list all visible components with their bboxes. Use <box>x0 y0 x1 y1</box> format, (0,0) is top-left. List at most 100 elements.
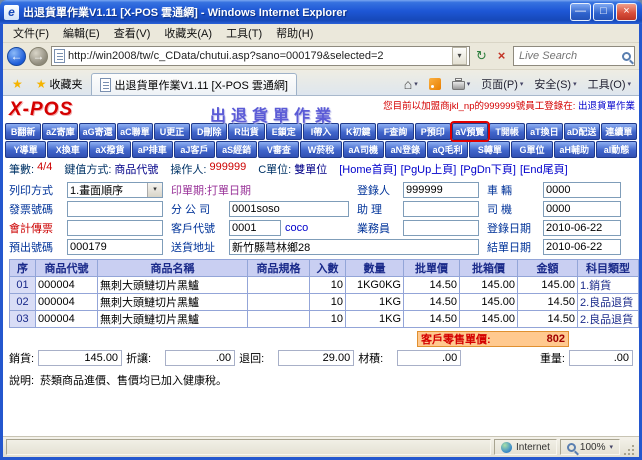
driver-field[interactable] <box>543 201 621 217</box>
toolbar-button[interactable]: aQ毛利 <box>427 141 468 158</box>
tab-favicon <box>100 78 111 92</box>
registrant-field[interactable] <box>403 182 479 198</box>
minimize-button[interactable]: — <box>570 3 591 21</box>
toolbar-button[interactable]: aN登錄 <box>385 141 426 158</box>
table-row[interactable]: 01000004無刺大頭鰱切片黑鱸101KG0KG14.50145.00145.… <box>10 277 639 294</box>
home-icon: ⌂ <box>404 77 412 91</box>
toolbar-button[interactable]: X換車 <box>47 141 88 158</box>
table-cell: 145.00 <box>460 294 518 311</box>
address-dropdown-icon[interactable]: ▾ <box>452 47 467 65</box>
toolbar-button[interactable]: W菸稅 <box>300 141 341 158</box>
star-icon: ★ <box>36 78 47 90</box>
search-icon[interactable] <box>622 52 631 61</box>
toolbar-button[interactable]: aH輔助 <box>554 141 595 158</box>
toolbar-button[interactable]: aT換日 <box>526 123 562 140</box>
toolbar-button[interactable]: aP排車 <box>132 141 173 158</box>
sales-label: 銷貨: <box>9 350 34 366</box>
tab-active[interactable]: 出退貨單作業V1.11 [X-POS 雲通網] <box>91 73 297 95</box>
table-cell: 000004 <box>36 294 98 311</box>
refresh-button[interactable]: ↻ <box>473 46 490 66</box>
toolbar-button[interactable]: S轉單 <box>469 141 510 158</box>
page-menu-button[interactable]: 页面(P) ▾ <box>477 73 527 95</box>
retail-price-box: 客戶零售單價: 802 <box>417 331 569 347</box>
favorites-button[interactable]: ★ 收藏夹 <box>31 73 88 95</box>
voucher-link[interactable]: 會計傳票 <box>9 220 67 236</box>
menu-item[interactable]: 收藏夹(A) <box>158 24 218 42</box>
toolbar-button[interactable]: aD配送 <box>564 123 600 140</box>
customer-code-field[interactable] <box>229 220 281 236</box>
chevron-down-icon: ▾ <box>520 80 524 88</box>
forward-button[interactable]: → <box>29 47 48 66</box>
toolbar-button[interactable]: T開帳 <box>489 123 525 140</box>
close-button[interactable]: × <box>616 3 637 21</box>
toolbar-button[interactable]: aG寄還 <box>79 123 115 140</box>
safety-menu-button[interactable]: 安全(S) ▾ <box>530 73 580 95</box>
print-button[interactable]: ▾ <box>448 73 475 95</box>
toolbar-button[interactable]: aI動態 <box>596 141 637 158</box>
table-cell: 14.50 <box>404 294 460 311</box>
close-date-field[interactable] <box>543 239 621 255</box>
toolbar-button[interactable]: 連續單 <box>601 123 637 140</box>
table-cell: 10 <box>310 311 346 328</box>
record-nav-link[interactable]: [PgDn下頁] <box>460 164 516 176</box>
table-header-cell: 金額 <box>518 260 578 277</box>
select-arrow-icon: ▾ <box>147 183 162 197</box>
record-nav-link[interactable]: [Home首頁] <box>339 164 396 176</box>
toolbar-button[interactable]: aZ寄庫 <box>42 123 78 140</box>
internet-zone-icon <box>501 442 512 453</box>
toolbar-button[interactable]: aV預覽 <box>452 123 488 140</box>
table-row[interactable]: 03000004無刺大頭鰱切片黑鱸101KG14.50145.0014.502.… <box>10 311 639 328</box>
toolbar-button[interactable]: V審查 <box>258 141 299 158</box>
toolbar-button[interactable]: aJ客戶 <box>174 141 215 158</box>
xpos-logo: X-POS <box>9 99 73 121</box>
table-row[interactable]: 02000004無刺大頭鰱切片黑鱸101KG14.50145.0014.502.… <box>10 294 639 311</box>
menu-item[interactable]: 帮助(H) <box>270 24 319 42</box>
table-cell: 2.良品退貨 <box>578 294 639 311</box>
record-nav-link[interactable]: [End尾頁] <box>520 164 568 176</box>
invoice-field[interactable] <box>67 201 163 217</box>
table-cell: 000004 <box>36 277 98 294</box>
note-row: 說明: 菸類商品進價、售價均已加入健康稅。 <box>3 368 639 388</box>
voucher-field[interactable] <box>67 220 163 236</box>
order-no-field[interactable] <box>67 239 163 255</box>
menu-item[interactable]: 查看(V) <box>108 24 157 42</box>
toolbar-button[interactable]: B翻新 <box>5 123 41 140</box>
resize-grip[interactable] <box>623 444 636 457</box>
table-header-cell: 入數 <box>310 260 346 277</box>
toolbar-button[interactable]: aX撥貨 <box>89 141 130 158</box>
table-cell: 03 <box>10 311 36 328</box>
toolbar-button[interactable]: aS經銷 <box>216 141 257 158</box>
reg-date-field[interactable] <box>543 220 621 236</box>
menu-item[interactable]: 編輯(E) <box>57 24 106 42</box>
toolbar-button[interactable]: G單位 <box>511 141 552 158</box>
vehicle-field[interactable] <box>543 182 621 198</box>
feeds-button[interactable] <box>425 73 445 95</box>
back-button[interactable]: ← <box>7 47 26 66</box>
window-titlebar: e 出退貨單作業V1.11 [X-POS 雲通網] - Windows Inte… <box>0 0 642 24</box>
zoom-control[interactable]: 100% ▾ <box>560 439 620 455</box>
stop-button[interactable]: × <box>493 46 510 66</box>
table-cell: 1KG <box>346 311 404 328</box>
record-nav-link[interactable]: [PgUp上頁] <box>401 164 457 176</box>
page-title: 出退貨單作業 <box>123 102 423 126</box>
print-order-select[interactable]: 1.畫面順序 ▾ <box>67 182 163 198</box>
add-favorite-button[interactable]: ★ <box>7 73 28 95</box>
toolbar-button[interactable]: aA司機 <box>343 141 384 158</box>
home-button[interactable]: ⌂ ▾ <box>400 73 422 95</box>
status-zone: Internet <box>494 439 557 455</box>
salesman-field[interactable] <box>403 220 479 236</box>
assistant-field[interactable] <box>403 201 479 217</box>
maximize-button[interactable]: □ <box>593 3 614 21</box>
address-field[interactable]: http://win2008/tw/c_CData/chutui.asp?san… <box>51 46 470 66</box>
printer-icon <box>452 81 465 90</box>
menu-item[interactable]: 文件(F) <box>7 24 55 42</box>
weight-total: .00 <box>569 350 633 366</box>
delivery-address-field[interactable] <box>229 239 479 255</box>
login-info: 您目前以加盟商jkl_np的999999號員工登錄在: 出退貨單作業 <box>383 98 635 112</box>
tools-menu-button[interactable]: 工具(O) ▾ <box>584 73 635 95</box>
table-header-cell: 數量 <box>346 260 404 277</box>
search-input[interactable] <box>517 49 619 63</box>
menu-item[interactable]: 工具(T) <box>220 24 268 42</box>
toolbar-button[interactable]: Y導單 <box>5 141 46 158</box>
branch-field[interactable] <box>229 201 349 217</box>
